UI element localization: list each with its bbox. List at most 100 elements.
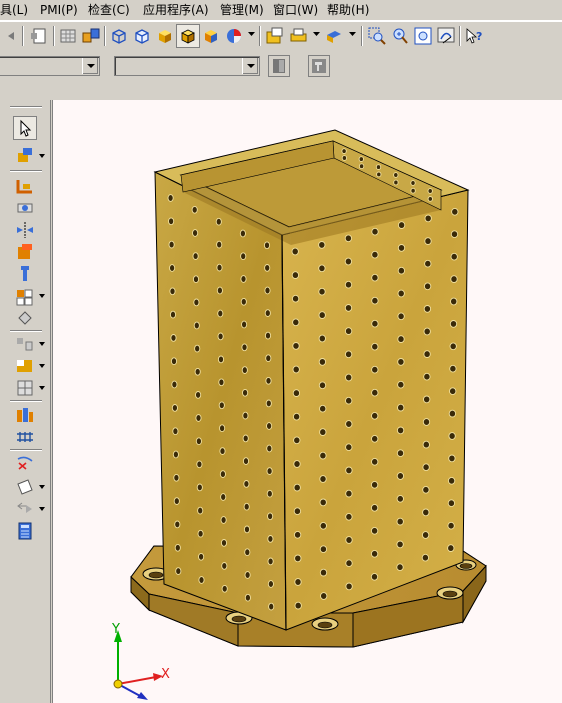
mesh-icon[interactable] bbox=[14, 426, 36, 448]
mounting-hole bbox=[221, 562, 228, 570]
dropdown-icon[interactable] bbox=[313, 32, 320, 38]
mounting-hole bbox=[319, 428, 327, 436]
mounting-hole bbox=[450, 297, 458, 306]
mounting-hole bbox=[345, 559, 353, 568]
mounting-hole bbox=[168, 217, 175, 226]
graphics-viewport[interactable]: Y X bbox=[52, 100, 562, 703]
mounting-hole bbox=[341, 148, 347, 154]
mounting-hole bbox=[319, 475, 327, 483]
dropdown-icon[interactable] bbox=[248, 32, 255, 38]
menu-applications[interactable]: 应用程序(A) bbox=[143, 2, 209, 18]
menu-window[interactable]: 窗口(W) bbox=[273, 2, 318, 18]
selection-filter-button[interactable] bbox=[268, 55, 290, 77]
hidden-line-cube-icon[interactable] bbox=[131, 25, 153, 47]
select-arrow-icon[interactable] bbox=[13, 116, 37, 140]
shaded-edges-cube-icon[interactable] bbox=[176, 24, 200, 48]
dropdown-icon[interactable] bbox=[39, 386, 45, 391]
folder-open-icon[interactable] bbox=[264, 25, 286, 47]
dropdown-icon[interactable] bbox=[39, 507, 45, 512]
dropdown-icon[interactable] bbox=[39, 154, 45, 159]
filter-combo[interactable] bbox=[0, 56, 100, 76]
menu-inspect[interactable]: 检查(C) bbox=[88, 2, 130, 18]
mounting-hole bbox=[293, 530, 302, 539]
dropdown-icon[interactable] bbox=[39, 342, 45, 347]
part-move-icon[interactable] bbox=[14, 145, 36, 167]
component-icon[interactable] bbox=[14, 241, 36, 263]
sheet-icon[interactable] bbox=[28, 25, 50, 47]
dropdown-icon[interactable] bbox=[39, 294, 45, 299]
print-icon[interactable] bbox=[288, 25, 310, 47]
parts-icon[interactable] bbox=[80, 25, 102, 47]
wireframe-cube-icon[interactable] bbox=[108, 25, 130, 47]
rotate-icon[interactable] bbox=[435, 25, 457, 47]
mounting-hole bbox=[319, 498, 327, 507]
chevron-down-icon[interactable] bbox=[242, 58, 258, 74]
mounting-hole bbox=[217, 332, 224, 341]
mounting-hole bbox=[196, 483, 203, 492]
mounting-hole bbox=[169, 264, 176, 272]
back-icon[interactable] bbox=[0, 25, 20, 47]
mounting-hole bbox=[424, 259, 432, 268]
diamond-icon[interactable] bbox=[14, 307, 36, 329]
mounting-hole bbox=[397, 403, 405, 412]
mounting-hole bbox=[242, 411, 249, 420]
mounting-hole bbox=[396, 540, 404, 549]
studio-cube-icon[interactable] bbox=[200, 25, 222, 47]
mounting-hole bbox=[192, 252, 199, 260]
cutaway-icon[interactable] bbox=[14, 355, 36, 377]
dropdown-icon[interactable] bbox=[349, 32, 356, 38]
dropdown-icon[interactable] bbox=[39, 485, 45, 490]
toolbar-separator bbox=[10, 400, 42, 402]
mounting-hole bbox=[341, 155, 348, 161]
mounting-hole bbox=[244, 593, 251, 602]
plane-icon[interactable] bbox=[14, 476, 36, 498]
sphere-render-icon[interactable] bbox=[223, 25, 245, 47]
dropdown-icon[interactable] bbox=[39, 364, 45, 369]
mounting-hole bbox=[264, 264, 271, 272]
chevron-down-icon[interactable] bbox=[82, 58, 98, 74]
mounting-hole bbox=[423, 350, 431, 358]
zoom-fit-icon[interactable] bbox=[412, 25, 434, 47]
variables-icon[interactable] bbox=[14, 453, 36, 475]
mounting-hole bbox=[266, 489, 273, 498]
mounting-hole bbox=[265, 376, 272, 385]
view-orient-icon[interactable] bbox=[323, 25, 345, 47]
mounting-hole bbox=[423, 395, 431, 404]
mounting-hole bbox=[371, 411, 379, 420]
mounting-hole bbox=[421, 531, 430, 539]
mirror-icon[interactable] bbox=[14, 219, 36, 241]
fastener-icon[interactable] bbox=[14, 263, 36, 285]
pattern-icon[interactable] bbox=[14, 286, 36, 308]
calculator-icon[interactable] bbox=[14, 520, 36, 542]
paint-tool-button[interactable] bbox=[308, 55, 330, 77]
help-cursor-icon[interactable]: ? bbox=[463, 25, 485, 47]
menu-manage[interactable]: 管理(M) bbox=[220, 2, 264, 18]
constraint-icon[interactable] bbox=[14, 197, 36, 219]
menu-help[interactable]: 帮助(H) bbox=[327, 2, 369, 18]
bom-icon[interactable] bbox=[14, 404, 36, 426]
shaded-cube-icon[interactable] bbox=[154, 25, 176, 47]
mounting-hole bbox=[397, 358, 405, 366]
mounting-hole bbox=[243, 525, 251, 534]
exploded-view-icon[interactable] bbox=[14, 333, 36, 355]
grid-icon[interactable] bbox=[57, 25, 79, 47]
selection-combo[interactable] bbox=[114, 56, 260, 76]
menu-tools[interactable]: 具(L) bbox=[0, 2, 28, 18]
assemble-icon[interactable] bbox=[14, 175, 36, 197]
mounting-hole bbox=[292, 342, 300, 350]
zoom-window-icon[interactable] bbox=[366, 25, 388, 47]
mounting-hole bbox=[423, 327, 431, 336]
mounting-hole bbox=[171, 404, 178, 412]
mounting-hole bbox=[241, 366, 248, 374]
mounting-hole bbox=[195, 414, 202, 422]
grid-view-icon[interactable] bbox=[14, 377, 36, 399]
mounting-hole bbox=[266, 467, 273, 475]
mounting-hole bbox=[244, 548, 251, 557]
zoom-icon[interactable] bbox=[389, 25, 411, 47]
mounting-hole bbox=[371, 250, 379, 259]
menu-pmi[interactable]: PMI(P) bbox=[40, 2, 78, 18]
arrow-play-icon[interactable] bbox=[14, 498, 36, 520]
mounting-hole bbox=[370, 503, 379, 512]
mounting-hole bbox=[192, 275, 200, 284]
mounting-hole bbox=[216, 240, 223, 249]
